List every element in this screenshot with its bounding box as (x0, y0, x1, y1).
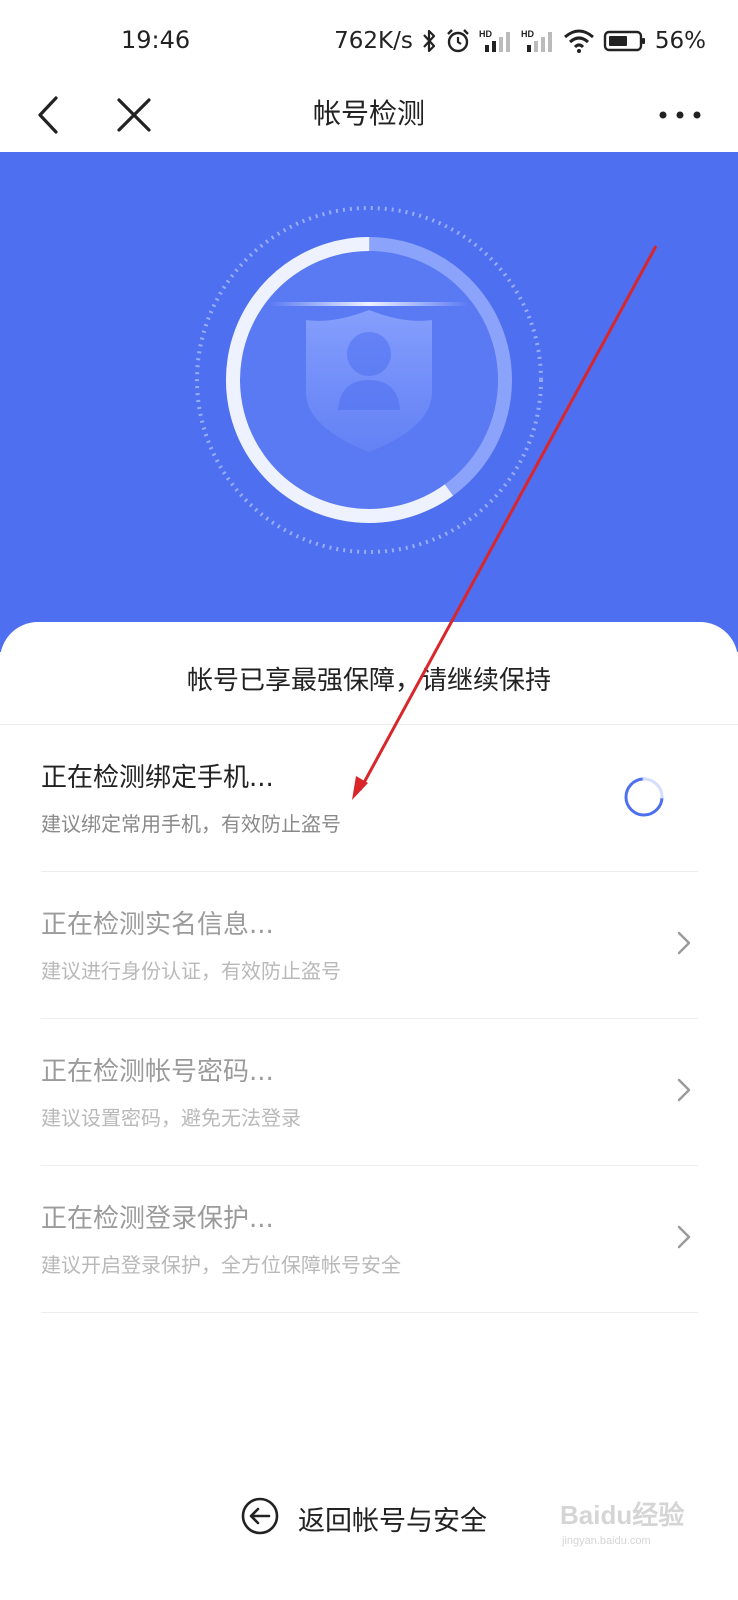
back-to-security-label: 返回帐号与安全 (298, 1505, 487, 1537)
scan-line (270, 302, 468, 306)
hd-signal-icon: HD (521, 28, 555, 54)
svg-text:HD: HD (521, 29, 534, 39)
chevron-right-icon (674, 1075, 694, 1105)
svg-text:Baidu经验: Baidu经验 (560, 1500, 684, 1530)
check-title: 正在检测帐号密码... (41, 1057, 274, 1087)
status-time: 19:46 (121, 26, 191, 54)
scan-hero (0, 152, 738, 652)
check-item-password[interactable]: 正在检测帐号密码... 建议设置密码，避免无法登录 (41, 1019, 698, 1166)
status-bar: 19:46 762K/s HD HD 56% (0, 0, 738, 82)
chevron-right-icon (674, 928, 694, 958)
check-item-phone[interactable]: 正在检测绑定手机... 建议绑定常用手机，有效防止盗号 (41, 725, 698, 872)
more-icon[interactable] (658, 100, 702, 130)
check-title: 正在检测实名信息... (41, 910, 274, 940)
page-title: 帐号检测 (312, 97, 425, 130)
svg-text:HD: HD (479, 29, 492, 39)
battery-icon (603, 28, 647, 54)
battery-level: 56% (654, 28, 706, 54)
network-speed: 762K/s (334, 28, 413, 54)
hd-signal-icon: HD (479, 28, 513, 54)
result-message: 帐号已享最强保障，请继续保持 (186, 666, 551, 696)
scan-graphic (195, 206, 543, 554)
close-icon[interactable] (112, 92, 156, 138)
back-circle-icon (240, 1496, 280, 1540)
chevron-right-icon (674, 1222, 694, 1252)
svg-text:jingyan.baidu.com: jingyan.baidu.com (561, 1535, 651, 1547)
bluetooth-icon (421, 28, 437, 54)
check-title: 正在检测绑定手机... (41, 763, 274, 793)
check-desc: 建议设置密码，避免无法登录 (41, 1106, 301, 1130)
baidu-watermark: Baidu经验 jingyan.baidu.com (560, 1492, 700, 1552)
check-title: 正在检测登录保护... (41, 1204, 274, 1234)
check-item-login-protect[interactable]: 正在检测登录保护... 建议开启登录保护，全方位保障帐号安全 (41, 1166, 698, 1313)
loading-spinner-icon (620, 773, 668, 821)
status-indicators: 762K/s HD HD 56% (334, 24, 706, 58)
check-item-realname[interactable]: 正在检测实名信息... 建议进行身份认证，有效防止盗号 (41, 872, 698, 1019)
result-sheet: 帐号已享最强保障，请继续保持 正在检测绑定手机... 建议绑定常用手机，有效防止… (0, 622, 738, 1600)
back-icon[interactable] (30, 92, 70, 138)
back-to-security-button[interactable]: 返回帐号与安全 (240, 1490, 487, 1546)
alarm-icon (445, 28, 471, 54)
nav-bar: 帐号检测 (0, 82, 738, 152)
wifi-icon (563, 28, 595, 54)
check-desc: 建议进行身份认证，有效防止盗号 (41, 959, 341, 983)
check-desc: 建议绑定常用手机，有效防止盗号 (41, 812, 341, 836)
check-desc: 建议开启登录保护，全方位保障帐号安全 (41, 1253, 401, 1277)
